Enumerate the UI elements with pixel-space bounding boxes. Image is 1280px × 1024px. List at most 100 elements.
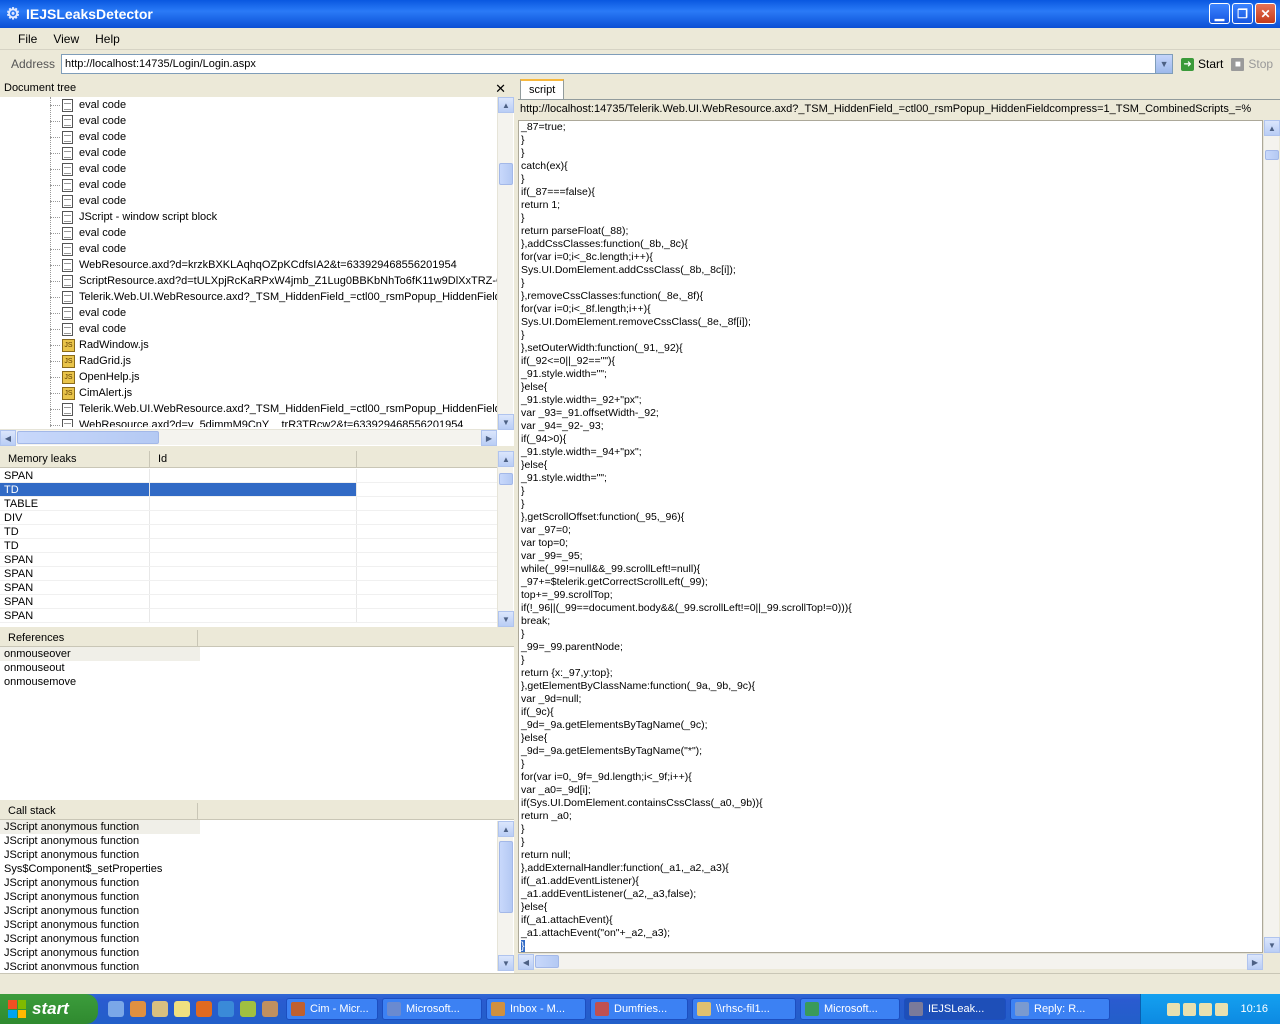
maximize-button[interactable]: ❐ (1232, 3, 1253, 24)
app-icon[interactable] (152, 1001, 168, 1017)
callstack-vertical-scrollbar[interactable]: ▲ ▼ (497, 821, 514, 971)
tray-icon[interactable] (1215, 1002, 1229, 1016)
tree-horizontal-scrollbar[interactable]: ◀ ▶ (0, 429, 497, 446)
code-horizontal-scrollbar[interactable]: ◀ ▶ (518, 953, 1263, 970)
taskbar-button[interactable]: Inbox - M... (486, 998, 586, 1020)
tree-item[interactable]: eval code (0, 321, 497, 337)
tree-item[interactable]: eval code (0, 241, 497, 257)
tree-item[interactable]: eval code (0, 305, 497, 321)
scroll-thumb[interactable] (1265, 150, 1279, 160)
scroll-up-icon[interactable]: ▲ (498, 97, 514, 113)
tree-item[interactable]: WebResource.axd?d=krzkBXKLAqhqOZpKCdfsIA… (0, 257, 497, 273)
scroll-right-icon[interactable]: ▶ (1247, 954, 1263, 970)
taskbar-button[interactable]: Dumfries... (590, 998, 688, 1020)
firefox-icon[interactable] (196, 1001, 212, 1017)
taskbar-button[interactable]: Cim - Micr... (286, 998, 378, 1020)
tray-icon[interactable] (1167, 1002, 1181, 1016)
call-stack-item[interactable]: JScript anonymous function (0, 904, 200, 918)
tree-item[interactable]: JS RadWindow.js (0, 337, 497, 353)
taskbar-button[interactable]: Microsoft... (800, 998, 900, 1020)
tree-item[interactable]: eval code (0, 145, 497, 161)
menu-view[interactable]: View (53, 32, 79, 46)
tree-item[interactable]: WebResource.axd?d=v_5dimmM9CnY__trR3TRcw… (0, 417, 497, 427)
table-row[interactable]: SPAN (0, 553, 497, 567)
minimize-button[interactable]: ▁ (1209, 3, 1230, 24)
app-icon[interactable] (262, 1001, 278, 1017)
desktop-icon[interactable] (108, 1001, 124, 1017)
tree-item[interactable]: ScriptResource.axd?d=tULXpjRcKaRPxW4jmb_… (0, 273, 497, 289)
table-row[interactable]: SPAN (0, 609, 497, 623)
stop-button[interactable]: ■ Stop (1231, 57, 1273, 71)
scroll-thumb[interactable] (499, 841, 513, 913)
tree-item[interactable]: Telerik.Web.UI.WebResource.axd?_TSM_Hidd… (0, 289, 497, 305)
code-vertical-scrollbar[interactable]: ▲ ▼ (1263, 120, 1280, 953)
taskbar-button[interactable]: IEJSLeak... (904, 998, 1006, 1020)
table-row[interactable]: TD (0, 525, 497, 539)
table-row[interactable]: SPAN (0, 469, 497, 483)
call-stack-item[interactable]: JScript anonymous function (0, 890, 200, 904)
scroll-up-icon[interactable]: ▲ (498, 451, 514, 467)
call-stack-item[interactable]: JScript anonymous function (0, 946, 200, 960)
taskbar-button[interactable]: Reply: R... (1010, 998, 1110, 1020)
scroll-down-icon[interactable]: ▼ (1264, 937, 1280, 953)
tab-script[interactable]: script (520, 79, 564, 100)
table-row[interactable]: SPAN (0, 581, 497, 595)
scroll-thumb[interactable] (17, 431, 159, 444)
call-stack-item[interactable]: JScript anonymous function (0, 820, 200, 834)
tree-item[interactable]: JS CimAlert.js (0, 385, 497, 401)
scroll-thumb[interactable] (499, 473, 513, 485)
chevron-down-icon[interactable]: ▼ (1155, 55, 1173, 73)
tree-item[interactable]: eval code (0, 161, 497, 177)
tree-item[interactable]: JScript - window script block (0, 209, 497, 225)
table-row[interactable]: TD (0, 483, 497, 497)
tree-item[interactable]: JS OpenHelp.js (0, 369, 497, 385)
address-input[interactable]: http://localhost:14735/Login/Login.aspx … (61, 54, 1174, 74)
scroll-up-icon[interactable]: ▲ (1264, 120, 1280, 136)
menu-file[interactable]: File (18, 32, 37, 46)
tree-item[interactable]: JS RadGrid.js (0, 353, 497, 369)
script-source-view[interactable]: _87=true;}} catch(ex){} if(_87===false){re… (518, 120, 1263, 953)
notepad-icon[interactable] (174, 1001, 190, 1017)
scroll-down-icon[interactable]: ▼ (498, 611, 514, 627)
start-button[interactable]: ➜ Start (1181, 57, 1223, 71)
reference-item[interactable]: onmouseout (0, 661, 200, 675)
table-row[interactable]: SPAN (0, 595, 497, 609)
call-stack-item[interactable]: JScript anonymous function (0, 876, 200, 890)
tree-item[interactable]: eval code (0, 97, 497, 113)
scroll-down-icon[interactable]: ▼ (498, 414, 514, 430)
leaks-vertical-scrollbar[interactable]: ▲ ▼ (497, 451, 514, 627)
call-stack-item[interactable]: JScript anonymous function (0, 834, 200, 848)
menu-help[interactable]: Help (95, 32, 120, 46)
taskbar-button[interactable]: Microsoft... (382, 998, 482, 1020)
table-row[interactable]: TABLE (0, 497, 497, 511)
tree-vertical-scrollbar[interactable]: ▲ ▼ (497, 97, 514, 430)
table-row[interactable]: TD (0, 539, 497, 553)
reference-item[interactable]: onmousemove (0, 675, 200, 689)
call-stack-item[interactable]: Sys$Component$_setProperties (0, 862, 200, 876)
tree-item[interactable]: eval code (0, 225, 497, 241)
col-id[interactable]: Id (150, 451, 357, 467)
scroll-left-icon[interactable]: ◀ (0, 430, 16, 446)
scroll-down-icon[interactable]: ▼ (498, 955, 514, 971)
taskbar-button[interactable]: \\rhsc-fil1... (692, 998, 796, 1020)
scroll-left-icon[interactable]: ◀ (518, 954, 534, 970)
call-stack-item[interactable]: JScript anonymous function (0, 960, 200, 970)
scroll-thumb[interactable] (535, 955, 559, 968)
call-stack-item[interactable]: JScript anonymous function (0, 848, 200, 862)
tray-icon[interactable] (1183, 1002, 1197, 1016)
tree-item[interactable]: eval code (0, 113, 497, 129)
app-icon[interactable] (130, 1001, 146, 1017)
tree-item[interactable]: Telerik.Web.UI.WebResource.axd?_TSM_Hidd… (0, 401, 497, 417)
ie-icon[interactable] (218, 1001, 234, 1017)
close-button[interactable]: ✕ (1255, 3, 1276, 24)
tree-item[interactable]: eval code (0, 193, 497, 209)
scroll-up-icon[interactable]: ▲ (498, 821, 514, 837)
scroll-right-icon[interactable]: ▶ (481, 430, 497, 446)
close-icon[interactable]: ✕ (495, 81, 506, 97)
table-row[interactable]: SPAN (0, 567, 497, 581)
col-memory-leaks[interactable]: Memory leaks (0, 451, 150, 467)
scroll-thumb[interactable] (499, 163, 513, 185)
tree-item[interactable]: eval code (0, 177, 497, 193)
call-stack-item[interactable]: JScript anonymous function (0, 918, 200, 932)
reference-item[interactable]: onmouseover (0, 647, 200, 661)
